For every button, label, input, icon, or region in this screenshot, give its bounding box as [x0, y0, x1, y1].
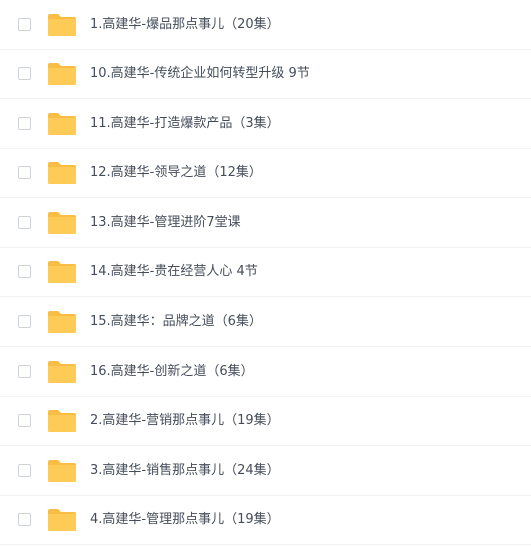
file-list: 1.高建华-爆品那点事儿（20集） 10.高建华-传统企业如何转型升级 9节 1…	[0, 0, 531, 546]
file-name[interactable]: 4.高建华-管理那点事儿（19集）	[90, 511, 280, 529]
file-name[interactable]: 3.高建华-销售那点事儿（24集）	[90, 462, 280, 480]
file-row[interactable]: 4.高建华-管理那点事儿（19集）	[0, 496, 531, 545]
file-name[interactable]: 1.高建华-爆品那点事儿（20集）	[90, 16, 280, 34]
file-name[interactable]: 10.高建华-传统企业如何转型升级 9节	[90, 65, 310, 83]
file-row[interactable]: 14.高建华-贵在经营人心 4节	[0, 248, 531, 297]
row-checkbox[interactable]	[18, 513, 31, 526]
file-row[interactable]: 2.高建华-营销那点事儿（19集）	[0, 397, 531, 446]
folder-icon[interactable]	[47, 62, 77, 86]
row-checkbox[interactable]	[18, 265, 31, 278]
row-checkbox[interactable]	[18, 365, 31, 378]
file-name[interactable]: 2.高建华-营销那点事儿（19集）	[90, 412, 280, 430]
row-checkbox[interactable]	[18, 414, 31, 427]
file-name[interactable]: 13.高建华-管理进阶7堂课	[90, 214, 241, 232]
file-row[interactable]: 10.高建华-传统企业如何转型升级 9节	[0, 50, 531, 99]
row-checkbox[interactable]	[18, 166, 31, 179]
folder-icon[interactable]	[47, 310, 77, 334]
row-checkbox[interactable]	[18, 315, 31, 328]
folder-icon[interactable]	[47, 211, 77, 235]
file-row[interactable]: 12.高建华-领导之道（12集）	[0, 149, 531, 198]
folder-icon[interactable]	[47, 112, 77, 136]
folder-icon[interactable]	[47, 508, 77, 532]
file-name[interactable]: 12.高建华-领导之道（12集）	[90, 164, 262, 182]
file-row[interactable]: 15.高建华：品牌之道（6集）	[0, 298, 531, 347]
file-row[interactable]: 13.高建华-管理进阶7堂课	[0, 199, 531, 248]
row-checkbox[interactable]	[18, 18, 31, 31]
folder-icon[interactable]	[47, 13, 77, 37]
file-name[interactable]: 16.高建华-创新之道（6集）	[90, 363, 254, 381]
folder-icon[interactable]	[47, 360, 77, 384]
folder-icon[interactable]	[47, 459, 77, 483]
folder-icon[interactable]	[47, 260, 77, 284]
file-row[interactable]: 3.高建华-销售那点事儿（24集）	[0, 447, 531, 496]
file-row[interactable]: 11.高建华-打造爆款产品（3集）	[0, 100, 531, 149]
row-checkbox[interactable]	[18, 117, 31, 130]
file-name[interactable]: 14.高建华-贵在经营人心 4节	[90, 263, 258, 281]
folder-icon[interactable]	[47, 409, 77, 433]
file-name[interactable]: 15.高建华：品牌之道（6集）	[90, 313, 262, 331]
file-row[interactable]: 16.高建华-创新之道（6集）	[0, 348, 531, 397]
row-checkbox[interactable]	[18, 67, 31, 80]
file-name[interactable]: 11.高建华-打造爆款产品（3集）	[90, 115, 280, 133]
row-checkbox[interactable]	[18, 464, 31, 477]
file-row[interactable]: 1.高建华-爆品那点事儿（20集）	[0, 1, 531, 50]
folder-icon[interactable]	[47, 161, 77, 185]
row-checkbox[interactable]	[18, 216, 31, 229]
